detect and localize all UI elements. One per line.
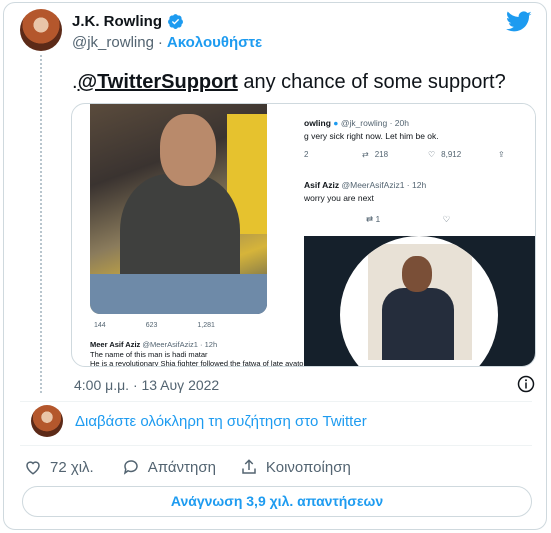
rp-top-name: owling <box>304 118 331 128</box>
left-reply-name: Meer Asif Aziz <box>90 340 141 349</box>
rp-stats-row: 2 ⇄ 218 ♡ 8,912 ⇪ <box>304 150 535 159</box>
rp-share: ⇪ <box>498 150 535 159</box>
read-replies-button[interactable]: Ανάγνωση 3,9 χιλ. απαντήσεων <box>22 486 532 517</box>
screenshot-right-panel: owling ● @jk_rowling · 20h g very sick r… <box>304 104 535 366</box>
divider-top <box>20 401 532 402</box>
reply-bubble-icon <box>123 460 138 475</box>
rp-top-handle: @jk_rowling · 20h <box>340 118 409 128</box>
left-stat-replies: 144 <box>94 322 106 329</box>
rp-man-body <box>382 288 454 360</box>
rp-stat-retweets: ⇄ 218 <box>362 150 428 159</box>
share-button[interactable]: Κοινοποίηση <box>240 458 351 476</box>
twitter-bird-icon[interactable] <box>506 11 532 33</box>
tweet-actions: 72 χιλ. Απάντηση Κοινοποίηση <box>24 458 351 476</box>
heart-icon <box>26 461 40 475</box>
rp-top-author: owling ● @jk_rowling · 20h <box>304 118 409 128</box>
rp-reply-retweet-icon: ⇄ <box>366 214 374 224</box>
rp-retweet-icon: ⇄ <box>362 150 369 159</box>
author-display-name[interactable]: J.K. Rowling <box>72 13 162 30</box>
rp-verified-icon: ● <box>333 118 339 128</box>
rp-stat-likes-value: 8,912 <box>441 150 462 159</box>
rp-man-head <box>402 256 432 292</box>
rp-stat-replies-value: 2 <box>304 150 309 159</box>
read-conversation-link[interactable]: Διαβάστε ολόκληρη τη συζήτηση στο Twitte… <box>75 413 367 430</box>
verified-badge-icon <box>168 14 183 29</box>
tweet-body: any chance of some support? <box>237 71 506 93</box>
left-reply-line2: He is a revolutionary Shia fighter follo… <box>90 359 316 367</box>
handle-separator: · <box>157 34 163 51</box>
rp-reply-text: worry you are next <box>304 193 374 203</box>
tweet-media-image[interactable]: 144 623 1,281 Meer Asif Aziz @MeerAsifAz… <box>71 103 536 367</box>
left-stat-likes: 1,281 <box>197 322 215 329</box>
reader-avatar <box>31 405 63 437</box>
reply-label: Απάντηση <box>147 458 216 476</box>
photo-man-head <box>160 114 216 186</box>
follow-link[interactable]: Ακολουθήστε <box>167 34 262 51</box>
rp-reply-author: Asif Aziz @MeerAsifAziz1 · 12h <box>304 180 426 190</box>
rp-top-text: g very sick right now. Let him be ok. <box>304 131 439 141</box>
rp-profile-banner <box>304 236 535 366</box>
reply-button[interactable]: Απάντηση <box>122 458 216 476</box>
author-name-row: J.K. Rowling <box>72 13 184 30</box>
thread-connector <box>40 55 42 393</box>
rp-reply-retweets: 1 <box>375 214 381 224</box>
mention-link[interactable]: @TwitterSupport <box>78 71 238 93</box>
rp-reply-name: Asif Aziz <box>304 180 340 190</box>
author-avatar[interactable] <box>20 9 62 51</box>
rp-heart-icon: ♡ <box>428 150 436 159</box>
tweet-text: .@TwitterSupport any chance of some supp… <box>72 69 506 95</box>
rp-stat-replies: 2 <box>304 150 362 159</box>
left-reply-author: Meer Asif Aziz @MeerAsifAziz1 · 12h <box>90 340 217 349</box>
rp-reply-handle: @MeerAsifAziz1 · 12h <box>341 180 427 190</box>
share-label: Κοινοποίηση <box>265 458 351 476</box>
rp-reply-stats: ⇄ 1 ♡ <box>366 214 450 225</box>
divider-middle <box>20 445 532 446</box>
rp-reply-heart-icon: ♡ <box>442 214 451 224</box>
rp-stat-retweets-value: 218 <box>374 150 389 159</box>
like-count: 72 χιλ. <box>50 458 94 476</box>
tweet-timestamp[interactable]: 4:00 μ.μ. · 13 Αυγ 2022 <box>74 377 219 393</box>
like-button[interactable]: 72 χιλ. <box>24 458 94 476</box>
left-reply-handle: @MeerAsifAziz1 · 12h <box>142 340 218 349</box>
author-handle-row: @jk_rowling · Ακολουθήστε <box>72 34 262 51</box>
screenshot-photo <box>90 104 267 314</box>
rp-profile-photo <box>340 236 498 366</box>
info-icon[interactable] <box>517 375 535 393</box>
left-stats-row: 144 623 1,281 <box>94 322 215 329</box>
rp-share-icon: ⇪ <box>498 150 505 159</box>
tweet-card: J.K. Rowling @jk_rowling · Ακολουθήστε .… <box>3 2 547 530</box>
left-stat-retweets: 623 <box>145 322 158 329</box>
rp-stat-likes: ♡ 8,912 <box>428 150 498 159</box>
share-upload-icon <box>242 459 256 474</box>
photo-car <box>90 274 267 314</box>
rp-profile-man <box>368 244 472 360</box>
author-handle[interactable]: @jk_rowling <box>72 34 154 51</box>
